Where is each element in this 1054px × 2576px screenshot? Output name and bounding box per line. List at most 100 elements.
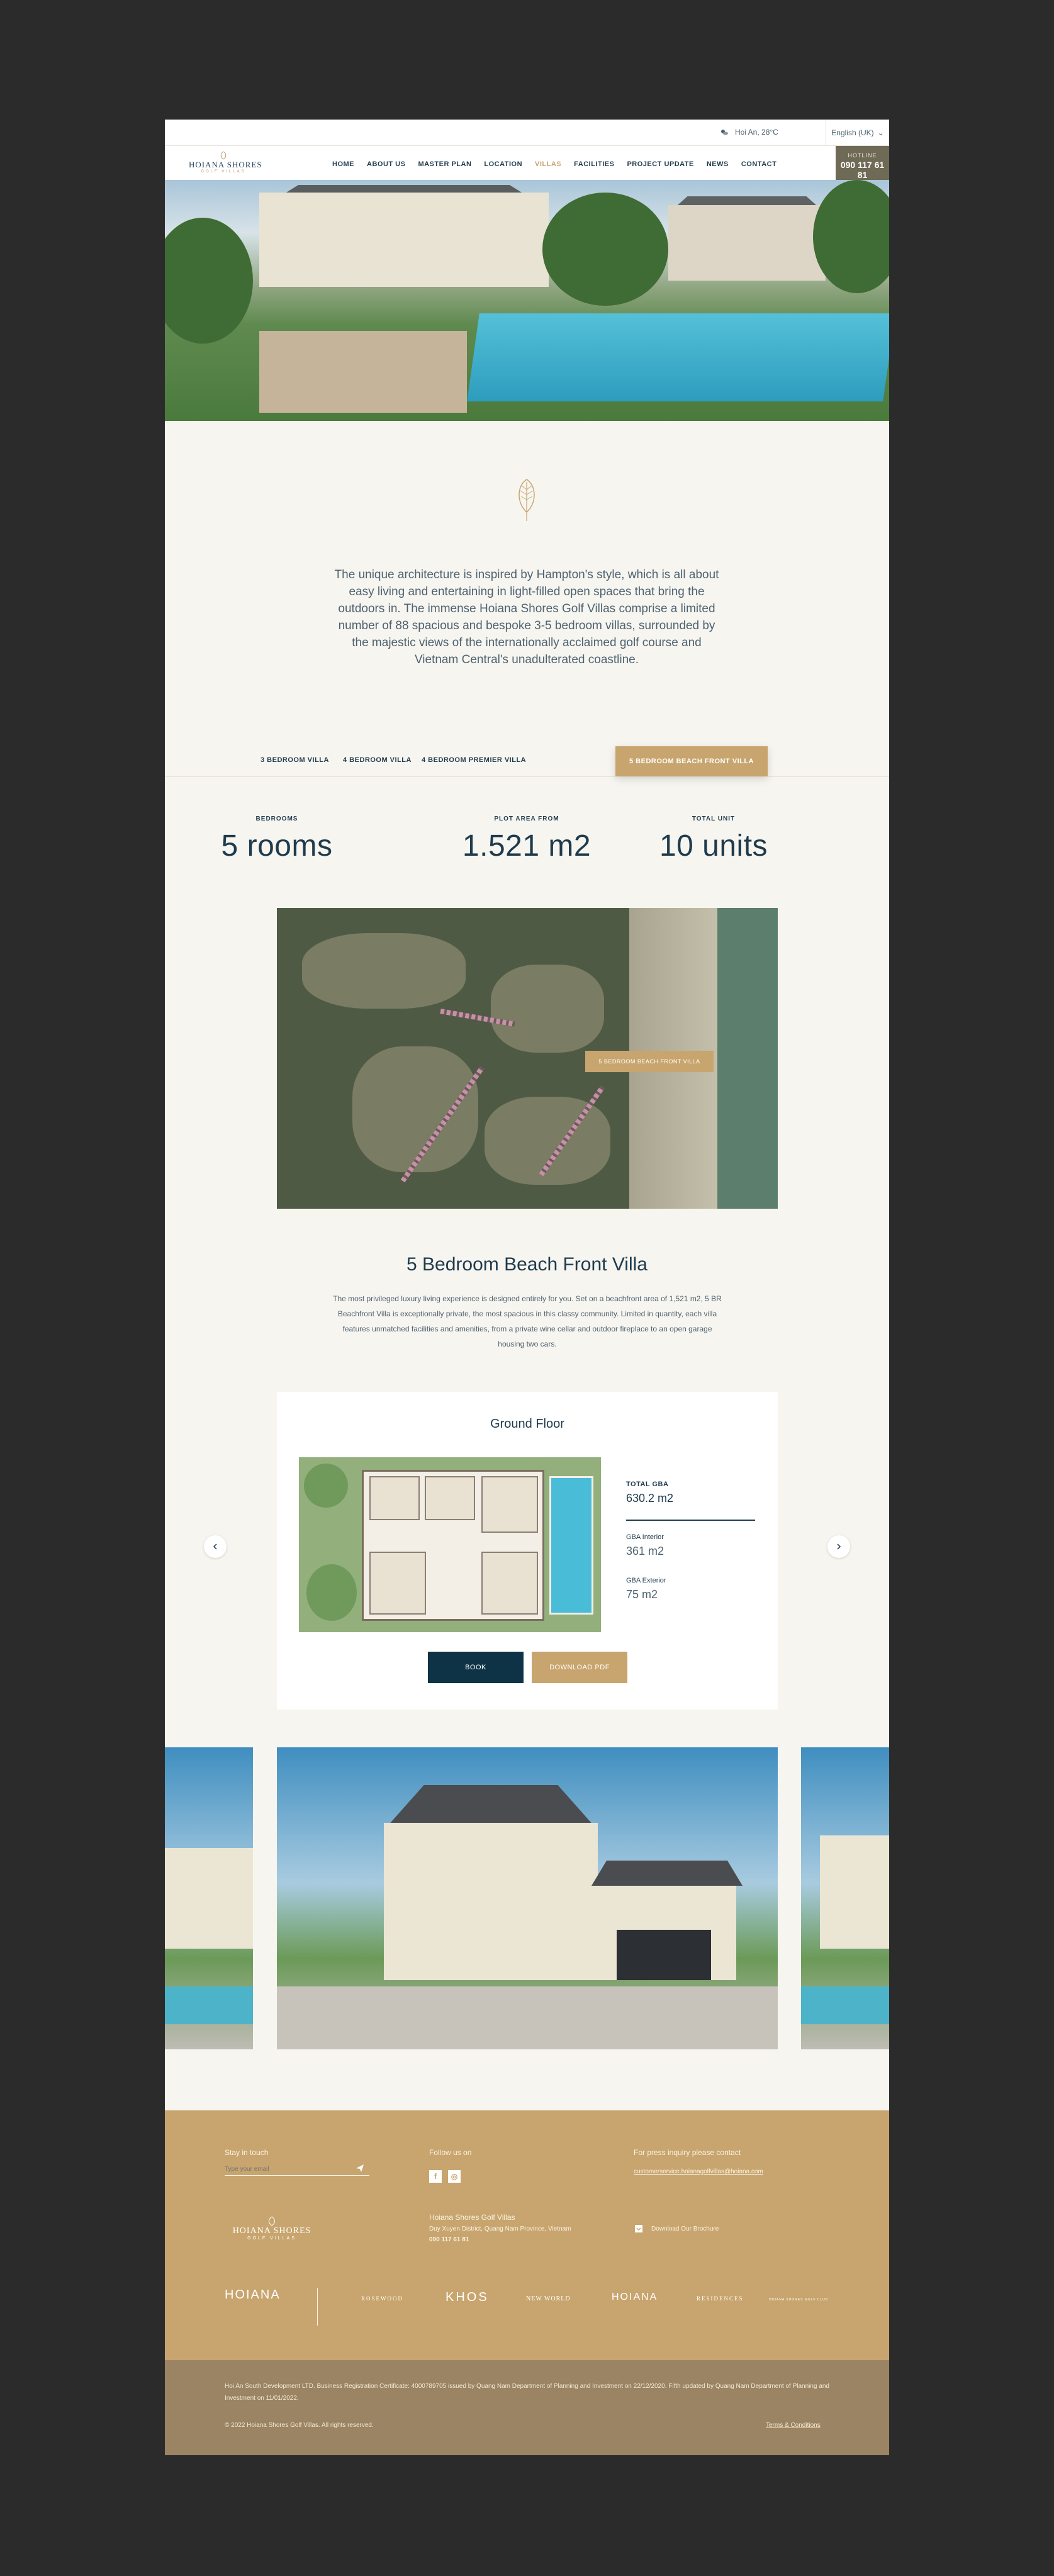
floor-plan-image[interactable] [299,1457,601,1632]
nav-item-news[interactable]: NEWS [707,160,729,168]
stat-value: 10 units [659,829,768,863]
partner-golf-club: HOIANA SHORES GOLF CLUB [769,2298,829,2302]
footer-logo[interactable]: HOIANA SHORES GOLF VILLAS [225,2216,319,2241]
nav-menu: HOME ABOUT US MASTER PLAN LOCATION VILLA… [332,160,776,168]
stay-in-touch-title: Stay in touch [225,2148,269,2157]
footer-bottom: Hoi An South Development LTD. Business R… [165,2360,889,2455]
partner-new-world: NEW WORLD [526,2295,571,2302]
brochure-link[interactable]: Download Our Brochure [634,2224,719,2234]
press-email-link[interactable]: customerservice.hoianagolfvillas@hoiana.… [634,2168,763,2175]
logo-text: HOIANA SHORES [189,160,262,169]
master-plan-map: 5 BEDROOM BEACH FRONT VILLA [277,908,778,1209]
language-label: English (UK) [831,128,874,137]
spec-label: GBA Exterior [626,1577,666,1584]
press-contact: For press inquiry please contact custome… [634,2148,763,2175]
stat-label: TOTAL UNIT [692,815,736,822]
legal-text: Hoi An South Development LTD. Business R… [225,2383,829,2402]
weather-widget: Hoi An, 28°C [720,128,778,137]
partner-hoiana: HOIANA [225,2288,281,2302]
spec-gba-interior: GBA Interior 361 m2 [626,1533,664,1558]
stat-label: BEDROOMS [255,815,298,822]
nav-item-facilities[interactable]: FACILITIES [574,160,614,168]
spec-total-gba: TOTAL GBA 630.2 m2 [626,1481,673,1505]
gallery-image-next[interactable] [801,1747,889,2049]
chevron-left-icon [213,1543,217,1550]
partner-khos: KHOS [446,2290,489,2304]
nav-item-master-plan[interactable]: MASTER PLAN [418,160,471,168]
prev-arrow-button[interactable] [204,1535,227,1558]
spec-gba-exterior: GBA Exterior 75 m2 [626,1577,666,1601]
top-bar: Hoi An, 28°C English (UK) ⌄ [165,120,889,146]
tab-3-bedroom-villa[interactable]: 3 BEDROOM VILLA [261,756,329,764]
company-phone: 090 117 61 81 [429,2236,469,2243]
floor-title: Ground Floor [490,1417,564,1431]
stat-total-unit: TOTAL UNIT 10 units [619,815,808,863]
stat-plot-area: PLOT AREA FROM 1.521 m2 [432,815,621,863]
email-underline [225,2175,369,2176]
footer-logo-text: HOIANA SHORES [232,2226,311,2236]
hotline-label: HOTLINE [848,152,877,159]
tab-5-bedroom-beach-front-villa[interactable]: 5 BEDROOM BEACH FRONT VILLA [615,746,768,776]
stat-value: 5 rooms [221,829,333,863]
terms-link[interactable]: Terms & Conditions [766,2422,821,2429]
next-arrow-button[interactable] [827,1535,850,1558]
footer-logo-subtext: GOLF VILLAS [247,2236,296,2241]
spec-divider [626,1520,755,1521]
newsletter: Stay in touch [225,2148,350,2174]
partner-logos: HOIANA ROSEWOOD KHOS NEW WORLD HOIANA RE… [165,2282,889,2326]
spec-label: GBA Interior [626,1533,664,1541]
book-button[interactable]: BOOK [428,1652,524,1683]
leaf-logo-icon [220,151,227,160]
footer: Stay in touch Follow us on f ◎ For press… [165,2110,889,2360]
gallery-image-prev[interactable] [165,1747,253,2049]
weather-icon [721,130,728,135]
company-name: Hoiana Shores Golf Villas [429,2213,515,2222]
villa-type-tabs: 3 BEDROOM VILLA 4 BEDROOM VILLA 4 BEDROO… [165,746,889,776]
hotline-button[interactable]: HOTLINE 090 117 61 81 [836,146,889,180]
weather-text: Hoi An, 28°C [735,128,778,137]
social-links: f ◎ [429,2170,461,2183]
page: Hoi An, 28°C English (UK) ⌄ HOIANA SHORE… [165,120,889,2455]
spec-label: TOTAL GBA [626,1481,669,1488]
nav-item-location[interactable]: LOCATION [484,160,522,168]
nav-item-project-update[interactable]: PROJECT UPDATE [627,160,693,168]
brochure-label: Download Our Brochure [651,2225,719,2232]
spec-value: 630.2 m2 [626,1492,674,1504]
stat-value: 1.521 m2 [462,829,591,863]
nav-item-home[interactable]: HOME [332,160,354,168]
nav-item-contact[interactable]: CONTACT [741,160,776,168]
facebook-icon[interactable]: f [429,2170,442,2183]
partner-hoiana-resort: HOIANA [612,2292,658,2302]
spec-value: 361 m2 [626,1545,664,1557]
brochure-icon [635,2225,642,2232]
partner-rosewood: ROSEWOOD [361,2295,403,2302]
chevron-down-icon: ⌄ [877,128,884,137]
stat-label: PLOT AREA FROM [494,815,559,822]
send-icon[interactable] [355,2163,365,2173]
gallery-image-main[interactable] [277,1747,778,2049]
follow-us: Follow us on [429,2148,471,2157]
chevron-right-icon [837,1543,841,1550]
stat-bedrooms: BEDROOMS 5 rooms [182,815,371,863]
follow-us-title: Follow us on [429,2148,472,2157]
villa-description: The most privileged luxury living experi… [333,1294,722,1348]
company-address: Duy Xuyen District, Quang Nam Province, … [429,2226,571,2232]
download-pdf-button[interactable]: DOWNLOAD PDF [532,1652,627,1683]
press-title: For press inquiry please contact [634,2148,741,2157]
leaf-icon [519,479,535,521]
company-info: Hoiana Shores Golf Villas Duy Xuyen Dist… [429,2213,571,2243]
hero-image [165,180,889,421]
tab-4-bedroom-villa[interactable]: 4 BEDROOM VILLA [343,756,412,764]
nav-item-villas[interactable]: VILLAS [535,160,561,168]
hotline-number: 090 117 61 81 [840,160,885,180]
main-navbar: HOIANA SHORES GOLF VILLAS HOME ABOUT US … [165,146,889,180]
nav-item-about[interactable]: ABOUT US [367,160,405,168]
site-logo[interactable]: HOIANA SHORES GOLF VILLAS [189,151,262,176]
floor-plan-card: Ground Floor TOTAL GBA 630.2 m2 GBA Inte… [277,1392,778,1710]
email-input[interactable] [225,2166,350,2173]
intro-paragraph: The unique architecture is inspired by H… [334,568,719,666]
plan-location-badge[interactable]: 5 BEDROOM BEACH FRONT VILLA [585,1051,714,1072]
tab-4-bedroom-premier-villa[interactable]: 4 BEDROOM PREMIER VILLA [422,756,526,764]
language-selector[interactable]: English (UK) ⌄ [826,120,889,146]
instagram-icon[interactable]: ◎ [448,2170,461,2183]
